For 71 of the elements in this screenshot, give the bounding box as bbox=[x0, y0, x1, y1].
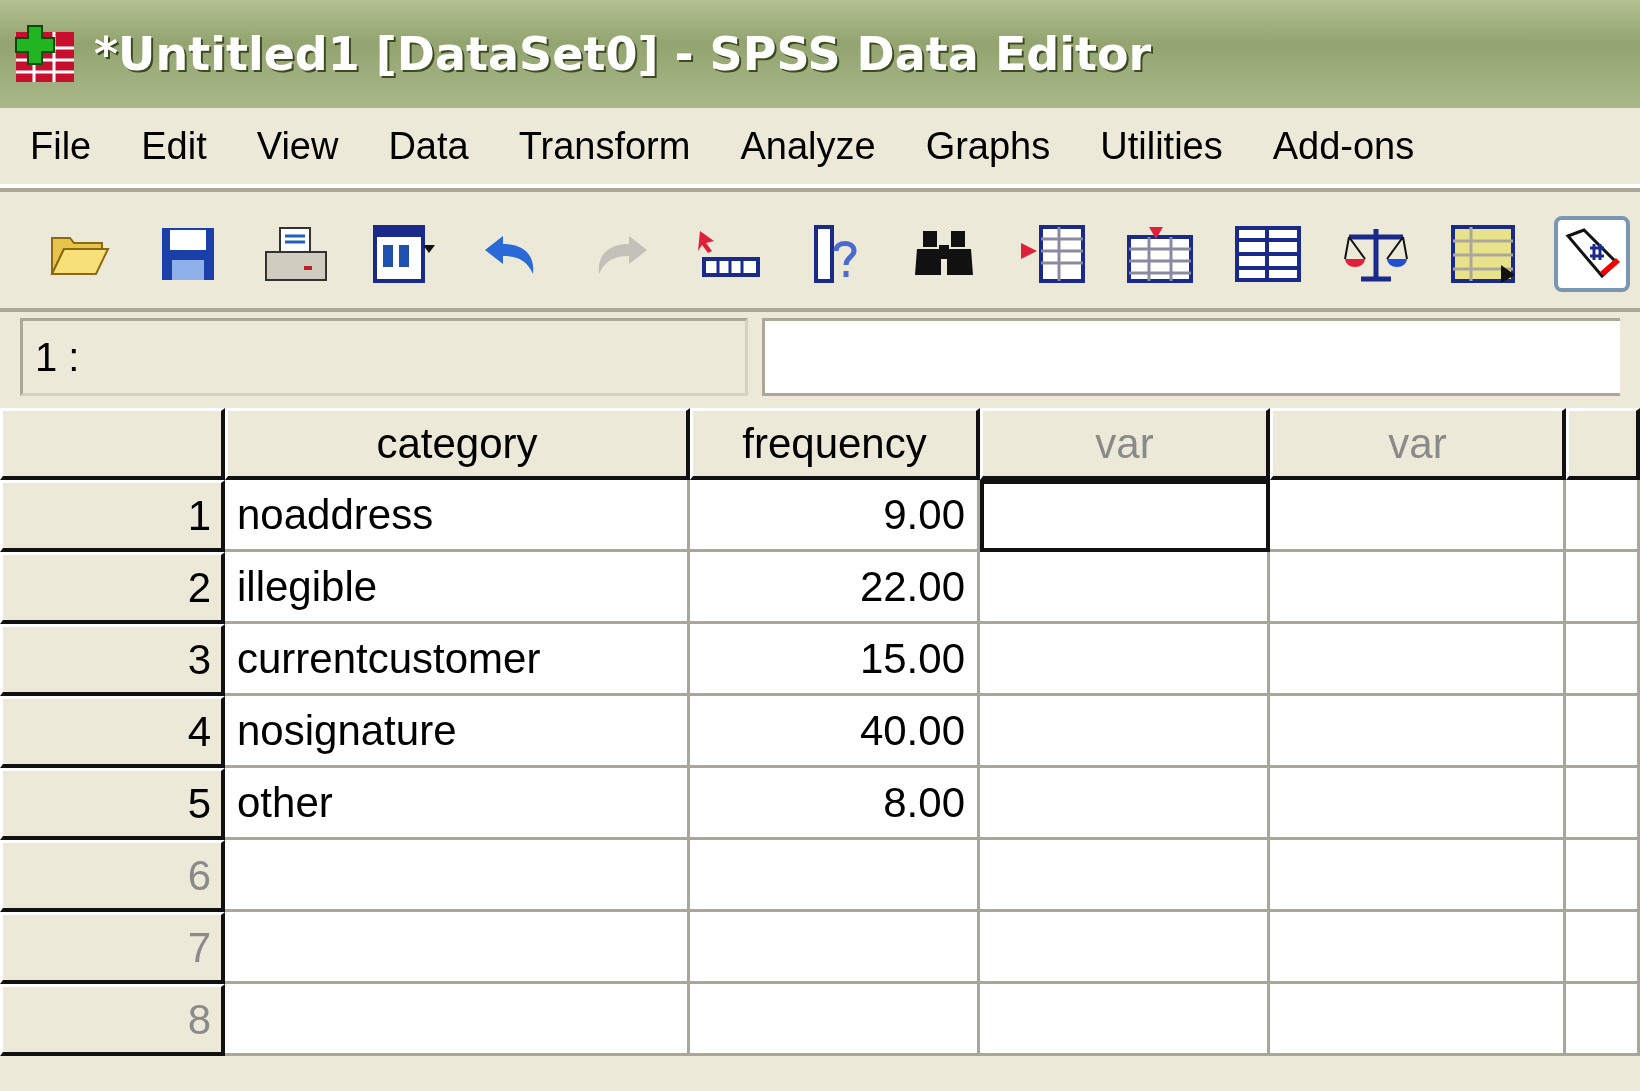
menu-item[interactable]: Graphs bbox=[925, 124, 1051, 168]
table-cell[interactable] bbox=[980, 480, 1270, 552]
table-cell[interactable]: 15.00 bbox=[690, 624, 980, 696]
table-cell[interactable]: other bbox=[225, 768, 690, 840]
menu-item[interactable]: View bbox=[256, 124, 339, 168]
cell-value-field[interactable] bbox=[762, 318, 1620, 396]
column-header[interactable] bbox=[1566, 408, 1640, 480]
table-cell[interactable] bbox=[980, 840, 1270, 912]
table-cell[interactable] bbox=[225, 840, 690, 912]
printer-icon bbox=[264, 226, 328, 282]
table-cell[interactable] bbox=[1270, 840, 1566, 912]
table-cell[interactable] bbox=[1270, 984, 1566, 1056]
table-cell[interactable] bbox=[1270, 696, 1566, 768]
table-cell[interactable]: 9.00 bbox=[690, 480, 980, 552]
table-cell[interactable] bbox=[1270, 768, 1566, 840]
table-cell[interactable] bbox=[1566, 984, 1640, 1056]
variable-help-icon bbox=[814, 225, 858, 283]
table-cell[interactable] bbox=[1566, 840, 1640, 912]
table-cell[interactable]: illegible bbox=[225, 552, 690, 624]
toolbar-button[interactable] bbox=[1554, 216, 1630, 292]
go-to-case-icon bbox=[696, 229, 760, 279]
row-header[interactable]: 1 bbox=[0, 480, 225, 552]
table-cell[interactable] bbox=[980, 624, 1270, 696]
table-cell[interactable]: nosignature bbox=[225, 696, 690, 768]
table-cell[interactable] bbox=[690, 984, 980, 1056]
menu-item[interactable]: Edit bbox=[141, 124, 207, 168]
menu-item[interactable]: Add-ons bbox=[1272, 124, 1415, 168]
table-cell[interactable] bbox=[980, 768, 1270, 840]
table-cell[interactable] bbox=[980, 552, 1270, 624]
table-cell[interactable] bbox=[225, 984, 690, 1056]
table-cell[interactable] bbox=[1566, 480, 1640, 552]
table-cell[interactable] bbox=[1566, 912, 1640, 984]
menu-item[interactable]: Utilities bbox=[1100, 124, 1223, 168]
table-cell[interactable] bbox=[1270, 480, 1566, 552]
cell-reference: 1 : bbox=[35, 334, 80, 380]
table-cell[interactable] bbox=[690, 840, 980, 912]
table-cell[interactable] bbox=[980, 696, 1270, 768]
table-cell[interactable] bbox=[1270, 912, 1566, 984]
insert-column-icon bbox=[1127, 225, 1193, 283]
table-cell[interactable] bbox=[1566, 624, 1640, 696]
table-cell[interactable]: noaddress bbox=[225, 480, 690, 552]
menu-item[interactable]: Transform bbox=[518, 124, 691, 168]
window-title: *Untitled1 [DataSet0] - SPSS Data Editor bbox=[94, 27, 1152, 81]
column-header[interactable]: category bbox=[225, 408, 690, 480]
select-cases-icon bbox=[1451, 225, 1517, 283]
menu-item[interactable]: Data bbox=[388, 124, 469, 168]
table-cell[interactable] bbox=[225, 912, 690, 984]
table-cell[interactable] bbox=[1566, 768, 1640, 840]
table-cell[interactable] bbox=[980, 912, 1270, 984]
menu-item[interactable]: File bbox=[30, 124, 92, 168]
table-cell[interactable] bbox=[1270, 552, 1566, 624]
table-cell[interactable] bbox=[1566, 552, 1640, 624]
table-cell[interactable]: currentcustomer bbox=[225, 624, 690, 696]
split-table-icon bbox=[1235, 226, 1301, 282]
dialog-window-icon bbox=[373, 225, 435, 283]
row-header[interactable]: 3 bbox=[0, 624, 225, 696]
row-header[interactable]: 2 bbox=[0, 552, 225, 624]
spreadsheet-plus-icon bbox=[14, 24, 76, 84]
table-cell[interactable] bbox=[690, 912, 980, 984]
insert-row-icon bbox=[1019, 225, 1085, 283]
table-cell[interactable] bbox=[1270, 624, 1566, 696]
cell-reference-field[interactable]: 1 : bbox=[20, 318, 748, 396]
table-cell[interactable] bbox=[1566, 696, 1640, 768]
menu-item[interactable]: Analyze bbox=[740, 124, 876, 168]
row-header[interactable]: 4 bbox=[0, 696, 225, 768]
row-header[interactable]: 5 bbox=[0, 768, 225, 840]
table-cell[interactable]: 22.00 bbox=[690, 552, 980, 624]
table-cell[interactable] bbox=[980, 984, 1270, 1056]
table-cell[interactable]: 8.00 bbox=[690, 768, 980, 840]
table-cell[interactable]: 40.00 bbox=[690, 696, 980, 768]
column-header[interactable]: frequency bbox=[690, 408, 980, 480]
